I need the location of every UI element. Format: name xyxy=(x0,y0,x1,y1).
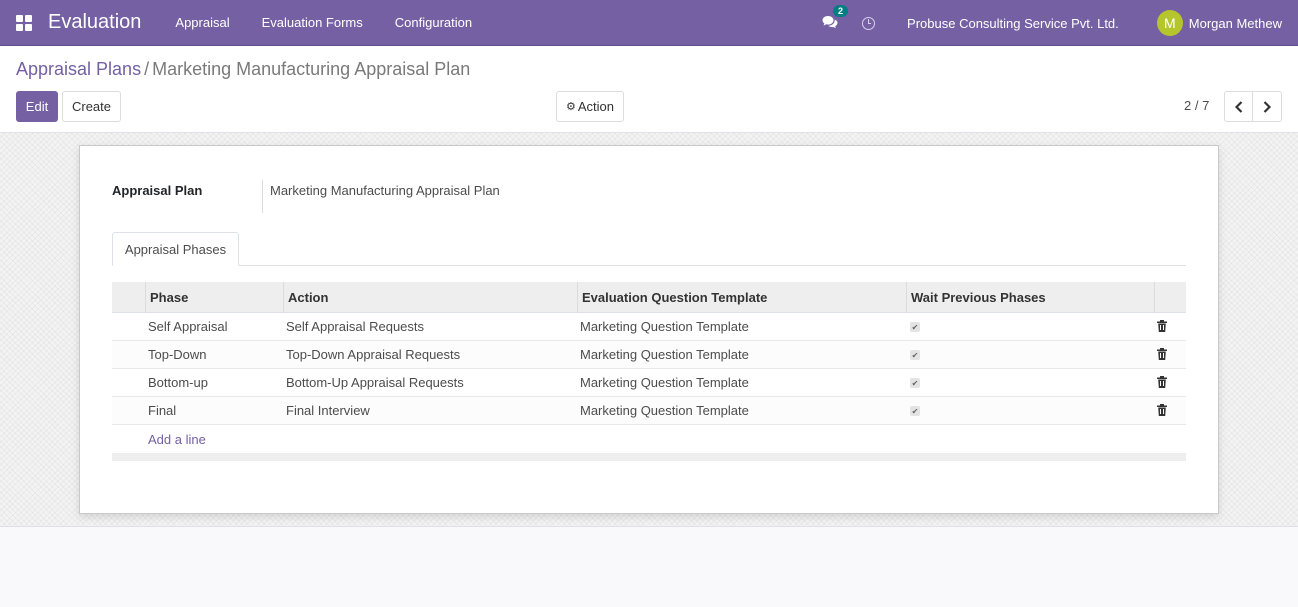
cell-phase: Top-Down xyxy=(148,347,207,362)
menu-appraisal[interactable]: Appraisal xyxy=(159,15,245,30)
pager-next-button[interactable] xyxy=(1253,91,1282,122)
trash-icon[interactable] xyxy=(1157,348,1167,360)
cell-action: Bottom-Up Appraisal Requests xyxy=(286,375,464,390)
column-header-actions xyxy=(1154,282,1186,313)
column-header-wait-previous[interactable]: Wait Previous Phases xyxy=(906,282,1154,313)
table-row[interactable]: Final Final Interview Marketing Question… xyxy=(112,397,1186,425)
pager-value[interactable]: 2 / 7 xyxy=(1184,98,1209,113)
cell-template: Marketing Question Template xyxy=(580,403,749,418)
phases-table: Phase Action Evaluation Question Templat… xyxy=(112,282,1186,461)
activity-clock-icon[interactable] xyxy=(862,16,876,30)
table-row[interactable]: Bottom-up Bottom-Up Appraisal Requests M… xyxy=(112,369,1186,397)
cell-phase: Final xyxy=(148,403,177,418)
form-background: Appraisal Plan Marketing Manufacturing A… xyxy=(0,133,1298,527)
edit-button[interactable]: Edit xyxy=(16,91,58,122)
breadcrumb-parent[interactable]: Appraisal Plans xyxy=(16,59,141,79)
chat-icon xyxy=(822,15,838,28)
chevron-left-icon xyxy=(1234,100,1242,113)
cell-phase: Self Appraisal xyxy=(148,319,228,334)
table-row[interactable]: Top-Down Top-Down Appraisal Requests Mar… xyxy=(112,341,1186,369)
avatar[interactable]: M xyxy=(1156,10,1183,36)
column-header-template[interactable]: Evaluation Question Template xyxy=(577,282,906,313)
action-label: Action xyxy=(577,99,614,114)
breadcrumb-current: Marketing Manufacturing Appraisal Plan xyxy=(152,59,471,79)
app-title[interactable]: Evaluation xyxy=(48,11,141,34)
cell-action: Self Appraisal Requests xyxy=(286,319,425,334)
top-navbar: Evaluation Appraisal Evaluation Forms Co… xyxy=(0,0,1298,46)
create-button[interactable]: Create xyxy=(62,91,121,122)
apps-menu-icon[interactable] xyxy=(16,14,32,31)
appraisal-plan-value: Marketing Manufacturing Appraisal Plan xyxy=(270,183,500,198)
add-line-row: Add a line xyxy=(112,425,1186,453)
cell-action: Final Interview xyxy=(286,403,370,418)
trash-icon[interactable] xyxy=(1157,320,1167,332)
trash-icon[interactable] xyxy=(1157,376,1167,388)
breadcrumb-separator: / xyxy=(144,59,150,79)
messaging-button[interactable]: 2 xyxy=(822,4,849,32)
cell-template: Marketing Question Template xyxy=(580,375,749,390)
pager-previous-button[interactable] xyxy=(1224,91,1253,122)
tab-appraisal-phases[interactable]: Appraisal Phases xyxy=(112,232,239,266)
cell-action: Top-Down Appraisal Requests xyxy=(286,347,461,362)
column-header-phase[interactable]: Phase xyxy=(145,282,283,313)
company-switcher[interactable]: Probuse Consulting Service Pvt. Ltd. xyxy=(907,16,1119,31)
appraisal-plan-label: Appraisal Plan xyxy=(112,183,203,198)
wait-previous-checkbox[interactable]: ✔ xyxy=(910,350,920,360)
chat-count-badge: 2 xyxy=(833,4,849,17)
column-header-action[interactable]: Action xyxy=(283,282,577,313)
wait-previous-checkbox[interactable]: ✔ xyxy=(910,378,920,388)
menu-configuration[interactable]: Configuration xyxy=(379,15,488,30)
cell-template: Marketing Question Template xyxy=(580,319,749,334)
table-footer xyxy=(112,453,1186,461)
cell-template: Marketing Question Template xyxy=(580,347,749,362)
add-line-link[interactable]: Add a line xyxy=(148,432,206,447)
field-divider xyxy=(262,180,263,213)
tabs-divider xyxy=(112,265,1186,266)
table-row[interactable]: Self Appraisal Self Appraisal Requests M… xyxy=(112,313,1186,341)
control-panel: Appraisal Plans / Marketing Manufacturing … xyxy=(0,46,1298,133)
cell-phase: Bottom-up xyxy=(148,375,208,390)
trash-icon[interactable] xyxy=(1157,404,1167,416)
wait-previous-checkbox[interactable]: ✔ xyxy=(910,322,920,332)
chevron-right-icon xyxy=(1263,100,1271,113)
table-header: Phase Action Evaluation Question Templat… xyxy=(112,282,1186,313)
form-sheet: Appraisal Plan Marketing Manufacturing A… xyxy=(79,145,1219,514)
wait-previous-checkbox[interactable]: ✔ xyxy=(910,406,920,416)
menu-evaluation-forms[interactable]: Evaluation Forms xyxy=(246,15,379,30)
action-button[interactable]: ⚙ Action xyxy=(556,91,624,122)
gear-icon: ⚙ xyxy=(565,101,576,113)
breadcrumb: Appraisal Plans / Marketing Manufacturing … xyxy=(16,59,470,80)
user-menu[interactable]: Morgan Methew xyxy=(1189,16,1282,31)
